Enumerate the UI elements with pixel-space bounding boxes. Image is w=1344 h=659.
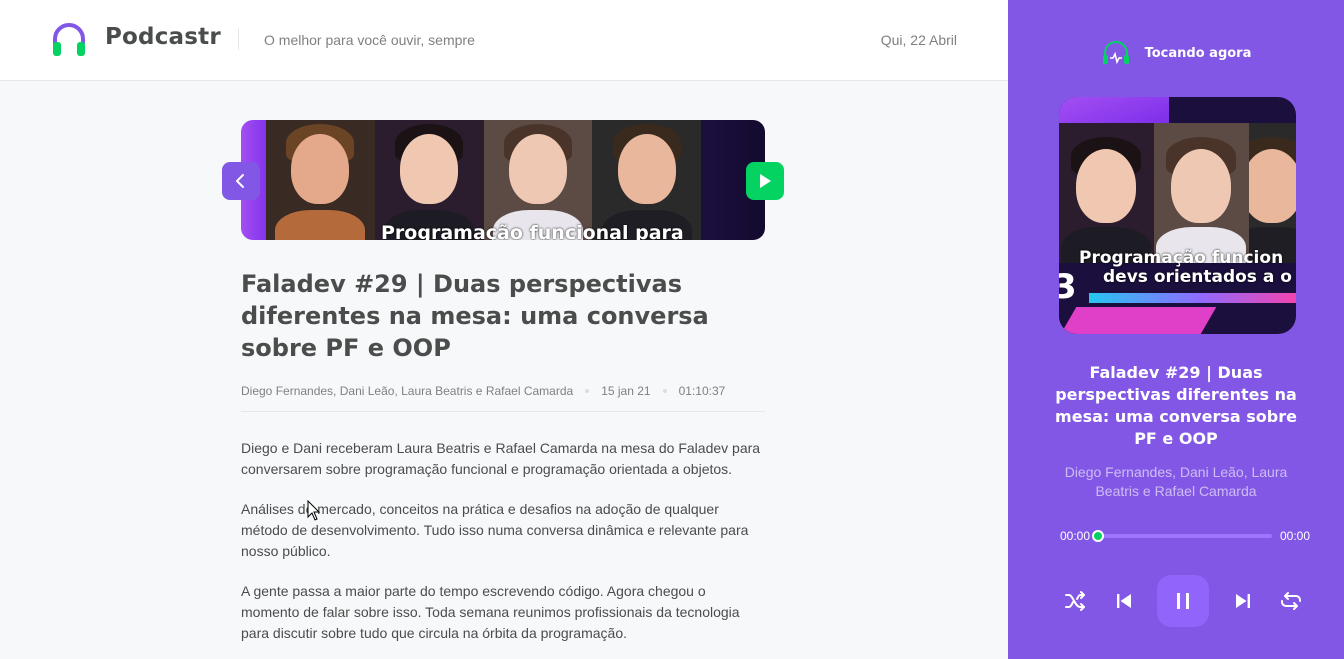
cover-bar (1089, 293, 1296, 303)
episode-description: Diego e Dani receberam Laura Beatris e R… (241, 438, 765, 659)
total-time: 00:00 (1279, 529, 1310, 543)
play-previous-icon (1116, 594, 1131, 608)
repeat-icon (1281, 592, 1301, 610)
progress-slider[interactable] (1092, 530, 1272, 542)
description-paragraph: A gente passa a maior parte do tempo esc… (241, 583, 740, 641)
episode-thumbnail: Programação funcional para (241, 120, 765, 240)
play-previous-button[interactable] (1109, 586, 1139, 616)
play-next-button[interactable] (1228, 586, 1258, 616)
shuffle-icon (1065, 591, 1085, 611)
now-playing-members: Diego Fernandes, Dani Leão, Laura Beatri… (1064, 464, 1288, 499)
episode-meta: Diego Fernandes, Dani Leão, Laura Beatri… (241, 384, 765, 412)
episode-members: Diego Fernandes, Dani Leão, Laura Beatri… (241, 384, 574, 398)
headphones-logo-icon (53, 23, 85, 56)
progress-slider-handle[interactable] (1092, 530, 1105, 542)
player-controls (1060, 575, 1306, 627)
play-icon (760, 174, 771, 188)
current-time: 00:00 (1060, 529, 1091, 543)
now-playing-title: Faladev #29 | Duas perspectivas diferent… (1055, 363, 1297, 448)
progress-bar: 00:00 00:00 (1060, 528, 1310, 544)
header-divider (238, 28, 239, 50)
episode-date: 15 jan 21 (601, 384, 651, 398)
player-panel: Tocando agora Programação funcion devs o… (1008, 0, 1344, 659)
cover-caption-line: devs orientados a o (1103, 267, 1292, 287)
guest-photo (1059, 123, 1154, 263)
player-header: Tocando agora (1008, 40, 1344, 66)
cover-caption: Programação funcion devs orientados a o (1079, 249, 1296, 287)
cover-number: 3 (1059, 267, 1077, 307)
description-paragraph: Diego e Dani receberam Laura Beatris e R… (241, 440, 761, 477)
thumbnail-caption: Programação funcional para (381, 222, 684, 240)
repeat-button[interactable] (1276, 586, 1306, 616)
now-playing-label: Tocando agora (1144, 45, 1252, 61)
play-episode-button[interactable] (746, 162, 784, 200)
cover-caption-line: Programação funcion (1079, 248, 1284, 268)
meta-separator (585, 389, 590, 393)
mouse-cursor-icon (307, 500, 321, 521)
episode-title: Faladev #29 | Duas perspectivas diferent… (241, 270, 709, 362)
back-button[interactable] (222, 162, 260, 200)
guest-photo (1248, 123, 1296, 263)
current-date: Qui, 22 Abril (880, 32, 957, 48)
guest-photo (1153, 123, 1249, 263)
arrow-left-icon (236, 174, 244, 188)
playing-headphones-icon (1102, 41, 1129, 65)
meta-separator (662, 389, 667, 393)
shuffle-button[interactable] (1060, 586, 1090, 616)
pause-button[interactable] (1157, 575, 1209, 627)
now-playing-cover: Programação funcion devs orientados a o … (1059, 97, 1296, 334)
app-name: Podcastr (105, 24, 221, 50)
app-header: Podcastr O melhor para você ouvir, sempr… (0, 0, 1008, 81)
guest-photo (266, 120, 375, 240)
cover-stripe (1059, 307, 1217, 334)
play-next-icon (1235, 594, 1250, 608)
tagline: O melhor para você ouvir, sempre (264, 32, 475, 48)
episode-duration: 01:10:37 (678, 384, 726, 398)
pause-icon (1177, 593, 1189, 609)
